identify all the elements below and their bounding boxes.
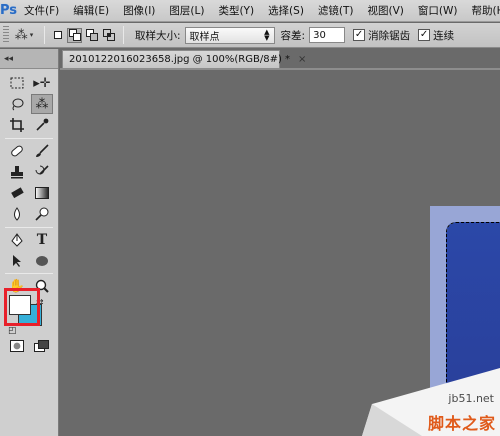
up-down-arrows-icon: ▲ ▼	[264, 28, 270, 42]
menu-window[interactable]: 窗口(W)	[411, 3, 465, 18]
path-select-icon[interactable]	[6, 251, 28, 271]
antialias-checkbox[interactable]: ✓	[353, 29, 366, 41]
divider	[123, 26, 124, 44]
lasso-icon	[12, 98, 24, 111]
subtract-selection-button[interactable]	[84, 28, 99, 43]
divider	[44, 26, 45, 44]
crop-icon	[10, 118, 24, 132]
menu-select[interactable]: 选择(S)	[261, 3, 311, 18]
tolerance-input[interactable]: 30	[309, 27, 346, 43]
checkmark-icon: ✓	[419, 29, 429, 40]
contiguous-checkbox[interactable]: ✓	[418, 29, 431, 41]
quick-mask-icon[interactable]	[6, 336, 28, 356]
menu-type[interactable]: 类型(Y)	[211, 3, 261, 18]
screen-mode-icon[interactable]	[31, 336, 53, 356]
document-tab[interactable]: 2010122016023658.jpg @ 100%(RGB/8#) * ×	[62, 50, 306, 68]
new-selection-button[interactable]	[50, 28, 65, 43]
pen-icon	[11, 233, 23, 247]
tools-panel-header[interactable]: ◂◂	[0, 49, 58, 69]
eyedropper-icon[interactable]	[31, 115, 53, 135]
history-brush-icon	[35, 165, 49, 175]
healing-brush-icon[interactable]	[6, 141, 28, 161]
history-brush-icon[interactable]	[31, 162, 53, 182]
sample-size-label: 取样大小:	[135, 29, 181, 42]
rect-marquee-icon	[10, 77, 24, 89]
menu-image[interactable]: 图像(I)	[116, 3, 162, 18]
options-bar: ⁂ ▾ 取样大小: 取样点 ▲ ▼ 容差: 30 ✓ 消除锯齿 ✓ 连续	[0, 23, 500, 48]
ellipse-icon	[36, 256, 48, 266]
menu-file[interactable]: 文件(F)	[17, 3, 66, 18]
quick-mask-icon	[10, 340, 24, 352]
magic-wand-icon[interactable]: ⁂	[31, 94, 53, 114]
brush-icon[interactable]	[31, 141, 53, 161]
add-selection-icon	[68, 29, 81, 41]
photoshop-logo[interactable]: Ps	[0, 0, 17, 22]
tool-divider	[5, 273, 53, 274]
eraser-icon[interactable]	[6, 183, 28, 203]
intersect-selection-icon	[102, 29, 115, 41]
menu-view[interactable]: 视图(V)	[361, 3, 411, 18]
tools-panel: ◂◂ ▸✛ ⁂ T ✋ ⇄ ◰	[0, 49, 59, 436]
gradient-icon	[35, 187, 49, 199]
close-icon[interactable]: ×	[298, 54, 306, 65]
ellipse-icon[interactable]	[31, 251, 53, 271]
watermark-name: 脚本之家	[427, 414, 496, 433]
rect-marquee-icon[interactable]	[6, 73, 28, 93]
menu-filter[interactable]: 滤镜(T)	[311, 3, 361, 18]
menu-bar: Ps 文件(F) 编辑(E) 图像(I) 图层(L) 类型(Y) 选择(S) 滤…	[0, 0, 500, 22]
lasso-icon[interactable]	[6, 94, 28, 114]
chevron-down-icon: ▾	[29, 31, 34, 39]
eyedropper-icon	[36, 118, 49, 131]
dodge-icon[interactable]	[31, 204, 53, 224]
intersect-selection-button[interactable]	[101, 28, 116, 43]
type-icon[interactable]: T	[31, 230, 53, 250]
blur-icon	[14, 207, 20, 221]
collapse-icon[interactable]: ◂◂	[4, 54, 13, 64]
menu-edit[interactable]: 编辑(E)	[66, 3, 116, 18]
tool-divider	[5, 138, 53, 139]
contiguous-label: 连续	[433, 29, 455, 42]
screen-mode-icon	[34, 340, 49, 352]
move-icon[interactable]: ▸✛	[31, 73, 53, 93]
sample-size-select[interactable]: 取样点 ▲ ▼	[184, 26, 275, 44]
antialias-label: 消除锯齿	[368, 29, 411, 42]
tool-preset-picker[interactable]: ⁂ ▾	[9, 25, 39, 45]
magic-wand-icon: ⁂	[14, 27, 28, 43]
healing-brush-icon	[11, 145, 23, 157]
blur-icon[interactable]	[6, 204, 28, 224]
menu-help[interactable]: 帮助(H)	[465, 3, 500, 18]
tolerance-label: 容差:	[280, 29, 306, 42]
eraser-icon	[11, 187, 24, 199]
annotation-highlight-box	[4, 288, 40, 326]
sample-size-value: 取样点	[189, 31, 220, 43]
document-tab-strip	[60, 68, 500, 70]
clone-stamp-icon[interactable]	[6, 162, 28, 182]
pen-icon[interactable]	[6, 230, 28, 250]
path-select-icon	[13, 255, 21, 267]
new-selection-icon	[53, 31, 62, 39]
add-to-selection-button[interactable]	[67, 27, 82, 43]
crop-icon[interactable]	[6, 115, 28, 135]
tool-divider	[5, 227, 53, 228]
site-watermark: jb51.net 脚本之家	[362, 368, 500, 436]
document-tab-title: 2010122016023658.jpg @ 100%(RGB/8#) *	[69, 54, 291, 65]
watermark-url: jb51.net	[448, 392, 494, 405]
subtract-selection-icon	[85, 29, 98, 41]
dodge-icon	[35, 207, 49, 221]
menu-layer[interactable]: 图层(L)	[162, 3, 211, 18]
brush-icon	[36, 144, 49, 157]
clone-stamp-icon	[11, 166, 23, 179]
gradient-icon[interactable]	[31, 183, 53, 203]
checkmark-icon: ✓	[354, 29, 364, 40]
default-colors-icon[interactable]: ◰	[8, 326, 17, 336]
